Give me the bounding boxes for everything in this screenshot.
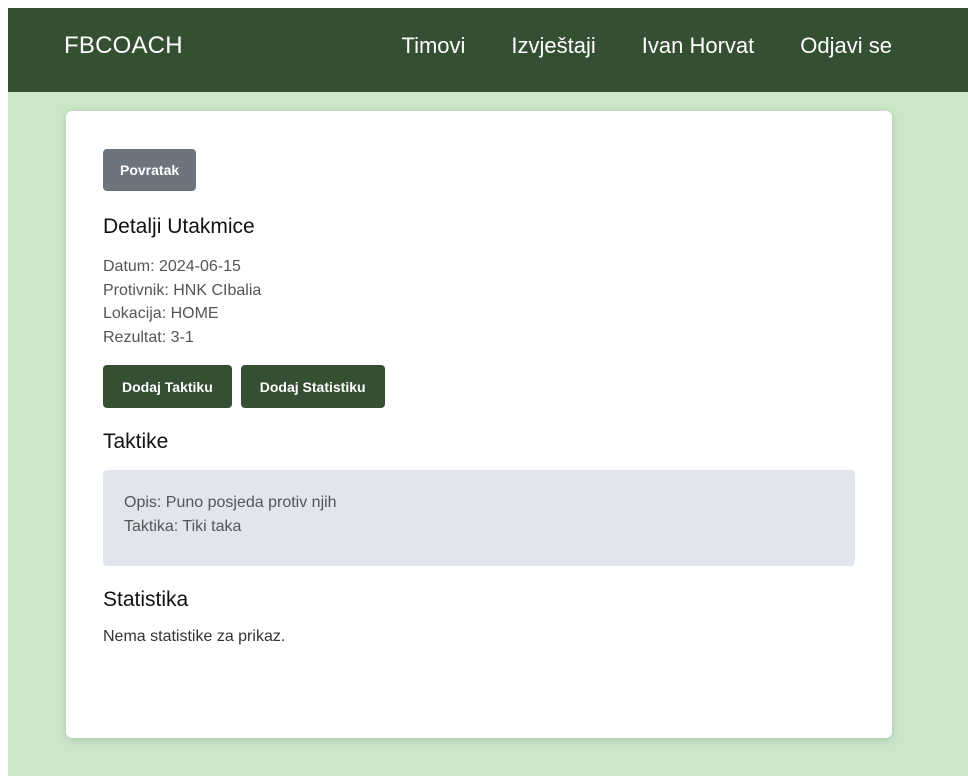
match-date: Datum: 2024-06-15 — [103, 258, 241, 275]
card-content: Povratak Detalji Utakmice Datum: 2024-06… — [103, 149, 855, 648]
nav-link-teams[interactable]: Timovi — [401, 30, 465, 62]
tactic-name: Taktika: Tiki taka — [124, 518, 242, 535]
add-tactic-button[interactable]: Dodaj Taktiku — [103, 365, 232, 408]
page-viewport: FBCOACH Timovi Izvještaji Ivan Horvat Od… — [8, 8, 968, 776]
match-actions: Dodaj Taktiku Dodaj Statistiku — [103, 365, 855, 408]
page-title: Detalji Utakmice — [103, 215, 255, 238]
match-details: Datum: 2024-06-15 Protivnik: HNK CIbalia… — [103, 255, 855, 349]
top-navbar: FBCOACH Timovi Izvještaji Ivan Horvat Od… — [8, 8, 968, 92]
match-opponent: Protivnik: HNK CIbalia — [103, 281, 262, 299]
brand-logo[interactable]: FBCOACH — [64, 30, 183, 62]
add-statistics-button[interactable]: Dodaj Statistiku — [240, 365, 385, 408]
match-details-card: Povratak Detalji Utakmice Datum: 2024-06… — [66, 111, 892, 738]
statistics-empty-message: Nema statistike za prikaz. — [103, 628, 286, 645]
back-button[interactable]: Povratak — [103, 149, 197, 191]
nav-link-user-profile[interactable]: Ivan Horvat — [642, 30, 755, 62]
nav-links: Timovi Izvještaji Ivan Horvat Odjavi se — [401, 30, 892, 62]
match-location: Lokacija: HOME — [103, 305, 219, 322]
tactics-heading: Taktike — [103, 430, 169, 453]
nav-link-reports[interactable]: Izvještaji — [511, 30, 595, 62]
tactic-description: Opis: Puno posjeda protiv njih — [124, 494, 337, 511]
match-result: Rezultat: 3-1 — [103, 328, 194, 346]
nav-link-logout[interactable]: Odjavi se — [800, 30, 892, 62]
tactic-list-item: Opis: Puno posjeda protiv njih Taktika: … — [103, 470, 855, 566]
statistics-heading: Statistika — [103, 588, 189, 611]
